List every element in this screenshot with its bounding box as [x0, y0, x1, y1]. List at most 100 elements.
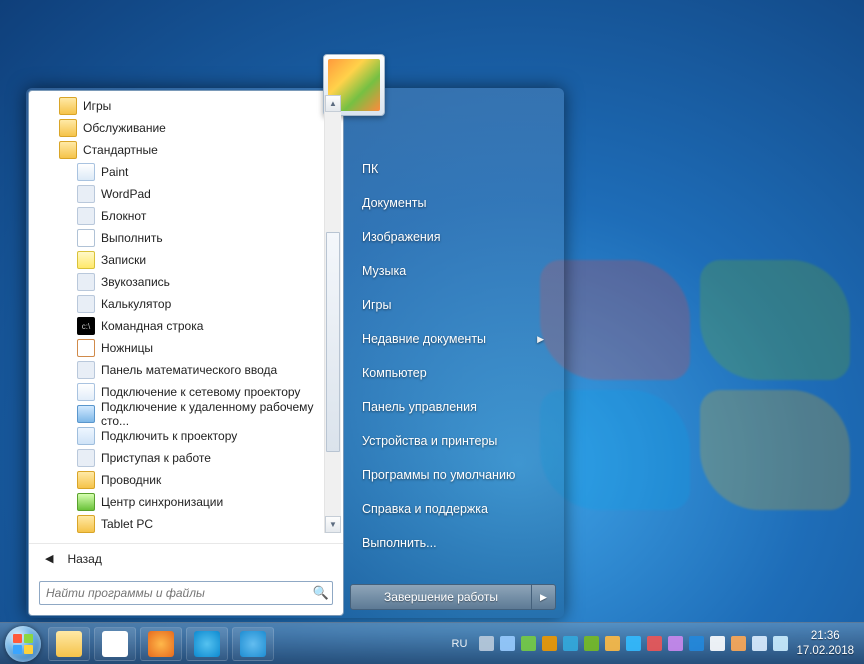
system-tray: RU 21:36 17.02.2018: [452, 629, 864, 658]
program-item-7[interactable]: Записки: [33, 249, 343, 271]
right-item-label: Изображения: [362, 230, 441, 244]
program-label: Командная строка: [101, 319, 203, 333]
right-item-control-panel[interactable]: Панель управления: [350, 390, 556, 424]
start-button[interactable]: [0, 623, 46, 664]
tray-keyboard-icon[interactable]: [479, 636, 494, 651]
clock[interactable]: 21:36 17.02.2018: [796, 629, 854, 658]
right-item-recent[interactable]: Недавние документы▶: [350, 322, 556, 356]
program-item-17[interactable]: Проводник: [33, 469, 343, 491]
program-label: Игры: [83, 99, 111, 113]
taskbar-pin-explorer[interactable]: [48, 627, 90, 661]
folder-icon: [59, 119, 77, 137]
app-icon: [77, 273, 95, 291]
tray-skype-icon[interactable]: [626, 636, 641, 651]
right-item-label: Панель управления: [362, 400, 477, 414]
taskbar: RU 21:36 17.02.2018: [0, 622, 864, 664]
program-item-3[interactable]: Paint: [33, 161, 343, 183]
program-item-8[interactable]: Звукозапись: [33, 271, 343, 293]
shutdown-button[interactable]: Завершение работы: [350, 584, 532, 610]
program-item-4[interactable]: WordPad: [33, 183, 343, 205]
search-input[interactable]: [40, 586, 310, 600]
right-item-label: Недавние документы: [362, 332, 486, 346]
start-menu: Игры Обслуживание Стандартные Paint WordPad Б…: [26, 88, 564, 618]
program-item-10[interactable]: c:\ Командная строка: [33, 315, 343, 337]
taskbar-pin-firefox[interactable]: [140, 627, 182, 661]
tray-nvidia-icon[interactable]: [584, 636, 599, 651]
app-icon: [77, 361, 95, 379]
program-item-14[interactable]: Подключение к удаленному рабочему сто...: [33, 403, 343, 425]
app-icon: [77, 383, 95, 401]
back-button[interactable]: ◀ Назад: [29, 543, 343, 573]
tray-up-icon[interactable]: [500, 636, 515, 651]
program-item-16[interactable]: Приступая к работе: [33, 447, 343, 469]
tray-av-icon[interactable]: [647, 636, 662, 651]
program-item-6[interactable]: Выполнить: [33, 227, 343, 249]
folder-icon: [59, 97, 77, 115]
app-icon: [77, 471, 95, 489]
scroll-down-button[interactable]: ▼: [325, 516, 341, 533]
program-label: Приступая к работе: [101, 451, 211, 465]
folder-icon: [59, 141, 77, 159]
tray-app-icon[interactable]: [731, 636, 746, 651]
right-item-label: Компьютер: [362, 366, 427, 380]
tray-speaker-icon[interactable]: [752, 636, 767, 651]
right-item-run[interactable]: Выполнить...: [350, 526, 556, 560]
right-item-label: Документы: [362, 196, 426, 210]
tray-flag-icon[interactable]: [710, 636, 725, 651]
clock-time: 21:36: [796, 629, 854, 643]
app-icon: [77, 493, 95, 511]
app-icon: [77, 405, 95, 423]
program-item-18[interactable]: Центр синхронизации: [33, 491, 343, 513]
right-item-label: Игры: [362, 298, 391, 312]
right-item-computer[interactable]: Компьютер: [350, 356, 556, 390]
right-item-user-folder[interactable]: ПК: [350, 152, 556, 186]
search-box[interactable]: 🔍: [39, 581, 333, 605]
right-item-music[interactable]: Музыка: [350, 254, 556, 288]
right-item-devices-printers[interactable]: Устройства и принтеры: [350, 424, 556, 458]
app-icon: [77, 295, 95, 313]
right-item-help-support[interactable]: Справка и поддержка: [350, 492, 556, 526]
tray-dropbox-icon[interactable]: [689, 636, 704, 651]
tray-sync-icon[interactable]: [521, 636, 536, 651]
tray-net-icon[interactable]: [605, 636, 620, 651]
program-label: Tablet PC: [101, 517, 153, 531]
tray-chart-icon[interactable]: [668, 636, 683, 651]
folder-icon: [77, 515, 95, 533]
program-item-11[interactable]: Ножницы: [33, 337, 343, 359]
scroll-thumb[interactable]: [326, 232, 340, 452]
scroll-up-button[interactable]: ▲: [325, 95, 341, 112]
program-item-2[interactable]: Стандартные: [33, 139, 343, 161]
tray-wifi-icon[interactable]: [773, 636, 788, 651]
program-item-0[interactable]: Игры: [33, 95, 343, 117]
programs-scrollbar[interactable]: ▲ ▼: [324, 95, 341, 533]
program-item-19[interactable]: Tablet PC: [33, 513, 343, 535]
program-item-12[interactable]: Панель математического ввода: [33, 359, 343, 381]
taskbar-pin-skype[interactable]: [186, 627, 228, 661]
right-item-label: Программы по умолчанию: [362, 468, 515, 482]
tray-box-icon[interactable]: [542, 636, 557, 651]
language-indicator[interactable]: RU: [452, 638, 468, 650]
scroll-track[interactable]: [325, 112, 341, 516]
app-icon: [77, 449, 95, 467]
app-icon: c:\: [77, 317, 95, 335]
app-icon: [77, 185, 95, 203]
program-item-1[interactable]: Обслуживание: [33, 117, 343, 139]
clock-date: 17.02.2018: [796, 644, 854, 658]
right-item-documents[interactable]: Документы: [350, 186, 556, 220]
program-label: Стандартные: [83, 143, 158, 157]
right-item-pictures[interactable]: Изображения: [350, 220, 556, 254]
program-item-9[interactable]: Калькулятор: [33, 293, 343, 315]
program-item-5[interactable]: Блокнот: [33, 205, 343, 227]
shutdown-options-button[interactable]: ▶: [532, 584, 556, 610]
tray-telegram-icon[interactable]: [563, 636, 578, 651]
program-label: Калькулятор: [101, 297, 171, 311]
program-label: WordPad: [101, 187, 151, 201]
right-item-label: Справка и поддержка: [362, 502, 488, 516]
taskbar-pin-telegram[interactable]: [232, 627, 274, 661]
taskbar-pin-panda[interactable]: [94, 627, 136, 661]
right-item-default-programs[interactable]: Программы по умолчанию: [350, 458, 556, 492]
app-icon: [77, 163, 95, 181]
right-item-games[interactable]: Игры: [350, 288, 556, 322]
program-item-15[interactable]: Подключить к проектору: [33, 425, 343, 447]
app-icon: [77, 427, 95, 445]
